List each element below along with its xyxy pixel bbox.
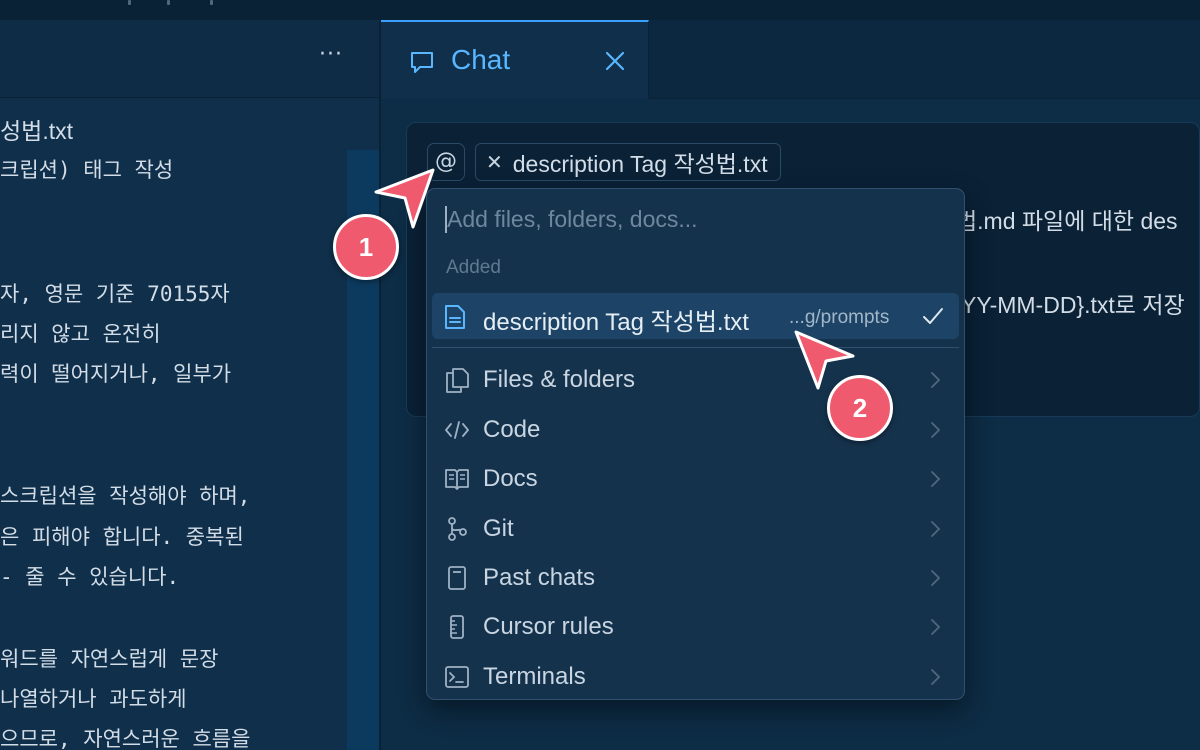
editor-line: 나열하거나 과도하게: [0, 687, 187, 711]
remove-chip-icon[interactable]: ✕: [486, 150, 503, 174]
chevron-right-icon: [931, 521, 941, 537]
menu-item-terminals[interactable]: Terminals: [432, 654, 959, 699]
notebook-icon: [448, 566, 466, 590]
menu-item-docs[interactable]: Docs: [432, 456, 959, 502]
book-icon: [445, 469, 469, 490]
text-caret: [445, 206, 447, 233]
menu-item-label: Files & folders: [483, 366, 636, 393]
editor-line: 크립션) 태그 작성: [0, 158, 174, 182]
editor-line: 워드를 자연스럽게 문장: [0, 647, 219, 671]
editor-line: 리지 않고 온전히: [0, 322, 161, 346]
tab-chat[interactable]: Chat: [381, 20, 649, 99]
terminal-icon: [445, 666, 469, 688]
editor-line: 력이 떨어지거나, 일부가: [0, 362, 232, 386]
git-branch-icon: [448, 517, 467, 541]
files-icon: [446, 368, 469, 393]
chevron-right-icon: [931, 422, 941, 438]
editor-pane: ··· 성법.txt 크립션) 태그 작성 자, 영문 기준 70155자 리지…: [0, 20, 379, 750]
title-bar: [0, 0, 1200, 20]
context-file-chip[interactable]: ✕ description Tag 작성법.txt: [475, 143, 781, 181]
menu-item-label: Cursor rules: [483, 613, 614, 640]
menu-item-label: Terminals: [483, 663, 586, 690]
chevron-right-icon: [931, 471, 941, 487]
title-bar-mark: [167, 0, 170, 5]
context-file-chip-label: description Tag 작성법.txt: [512, 151, 768, 177]
close-icon[interactable]: [603, 49, 627, 73]
composer-text-line: 법.md 파일에 대한 des: [956, 208, 1178, 234]
check-icon: [923, 308, 943, 324]
tab-chat-label: Chat: [451, 44, 511, 75]
dropdown-divider: [432, 347, 959, 348]
added-file-name: description Tag 작성법.txt: [483, 309, 749, 336]
annotation-badge: 2: [827, 375, 893, 441]
menu-item-label: Code: [483, 416, 541, 443]
editor-line: 스크립션을 작성해야 하며,: [0, 484, 251, 508]
editor-line: 자, 영문 기준 70155자: [0, 282, 230, 306]
title-bar-mark: [128, 0, 131, 5]
chat-bubble-icon: [411, 52, 433, 73]
editor-line: 성법.txt: [0, 118, 73, 144]
menu-item-label: Past chats: [483, 564, 596, 591]
ruler-icon: [450, 615, 464, 639]
annotation-badge: 1: [333, 214, 399, 280]
menu-item-past-chats[interactable]: Past chats: [432, 555, 959, 601]
title-bar-mark: [210, 0, 213, 5]
file-icon: [445, 305, 465, 329]
dropdown-search[interactable]: [427, 189, 964, 249]
menu-item-label: Docs: [483, 465, 538, 492]
menu-item-cursor-rules[interactable]: Cursor rules: [432, 604, 959, 650]
mention-dropdown: Added description Tag 작성법.txt ...g/promp…: [426, 188, 965, 700]
menu-item-label: Git: [483, 515, 514, 542]
code-icon: [445, 421, 469, 439]
section-label-added: Added: [446, 257, 501, 278]
editor-line: 으므로, 자연스러운 흐름을: [0, 727, 251, 750]
chevron-right-icon: [931, 619, 941, 635]
add-context-search-input[interactable]: [447, 201, 947, 237]
editor-line: - 줄 수 있습니다.: [0, 565, 180, 589]
composer-text-line: YY-MM-DD}.txt로 저장: [961, 292, 1185, 318]
added-file-item[interactable]: description Tag 작성법.txt ...g/prompts: [432, 293, 959, 339]
chevron-right-icon: [931, 570, 941, 586]
editor-content[interactable]: 성법.txt 크립션) 태그 작성 자, 영문 기준 70155자 리지 않고 …: [0, 20, 379, 750]
editor-line: 은 피해야 합니다. 중복된: [0, 525, 244, 549]
menu-item-git[interactable]: Git: [432, 506, 959, 552]
chevron-right-icon: [931, 669, 941, 685]
tab-bar: Chat: [381, 20, 1200, 99]
chevron-right-icon: [931, 372, 941, 388]
